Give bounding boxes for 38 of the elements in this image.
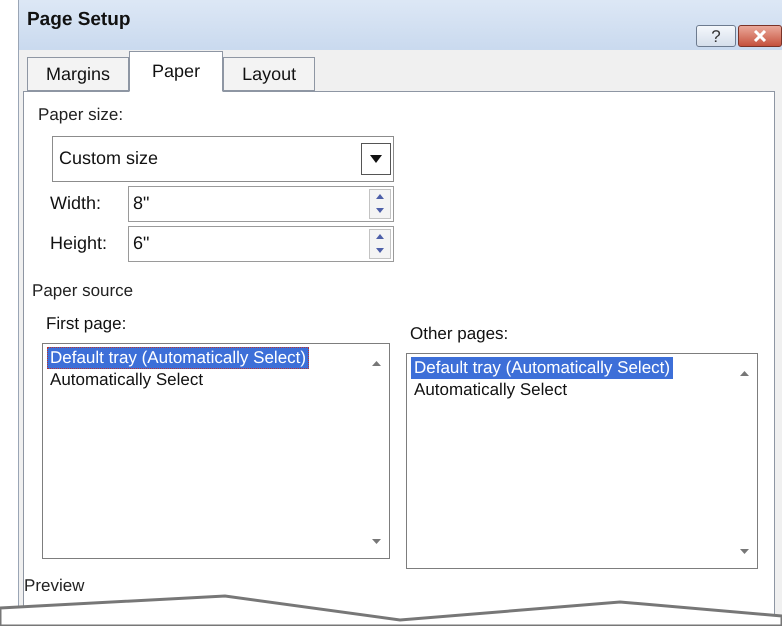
- field-label: Width:: [50, 192, 102, 215]
- scroll-up-icon[interactable]: [372, 360, 380, 366]
- field-label: Height:: [50, 232, 108, 255]
- list-box[interactable]: Default tray (Automatically Select) Automatically Select: [406, 352, 758, 568]
- dropdown-button[interactable]: [361, 142, 391, 174]
- close-button[interactable]: [738, 25, 782, 47]
- number-field[interactable]: 6": [128, 226, 394, 262]
- spin-control[interactable]: [369, 188, 391, 218]
- scroll-up-icon[interactable]: [740, 370, 748, 376]
- help-button[interactable]: ?: [696, 25, 736, 47]
- caret-down-icon: [370, 154, 382, 162]
- section-heading: Preview: [24, 574, 86, 596]
- number-field[interactable]: 8": [128, 186, 394, 222]
- section-heading: Paper source: [32, 280, 134, 302]
- list-box[interactable]: Default tray (Automatically Select) Automatically Select: [42, 342, 390, 558]
- list-label: Other pages:: [410, 323, 510, 345]
- spin-up-icon[interactable]: [376, 194, 384, 198]
- tab[interactable]: Margins: [27, 57, 130, 91]
- list-label: First page:: [46, 313, 128, 335]
- dropdown-value: Custom size: [59, 147, 158, 170]
- spin-down-icon[interactable]: [376, 208, 384, 212]
- list-item[interactable]: Automatically Select: [411, 378, 570, 400]
- spin-control[interactable]: [369, 228, 391, 258]
- close-icon: [753, 30, 767, 42]
- list-item[interactable]: Automatically Select: [47, 368, 206, 390]
- list-item[interactable]: Default tray (Automatically Select): [411, 356, 674, 378]
- scroll-down-icon[interactable]: [740, 548, 748, 554]
- scroll-down-icon[interactable]: [372, 538, 380, 544]
- field-value: 8": [133, 192, 150, 215]
- paper-size-dropdown[interactable]: Custom size: [52, 136, 394, 182]
- spin-down-icon[interactable]: [376, 248, 384, 252]
- tab[interactable]: Layout: [223, 57, 316, 91]
- field-value: 6": [133, 232, 150, 255]
- spin-up-icon[interactable]: [376, 234, 384, 238]
- list-item[interactable]: Default tray (Automatically Select): [47, 346, 310, 368]
- tab[interactable]: Paper: [129, 51, 224, 92]
- window-title: Page Setup: [27, 8, 130, 32]
- paper-size-label: Paper size:: [38, 104, 124, 126]
